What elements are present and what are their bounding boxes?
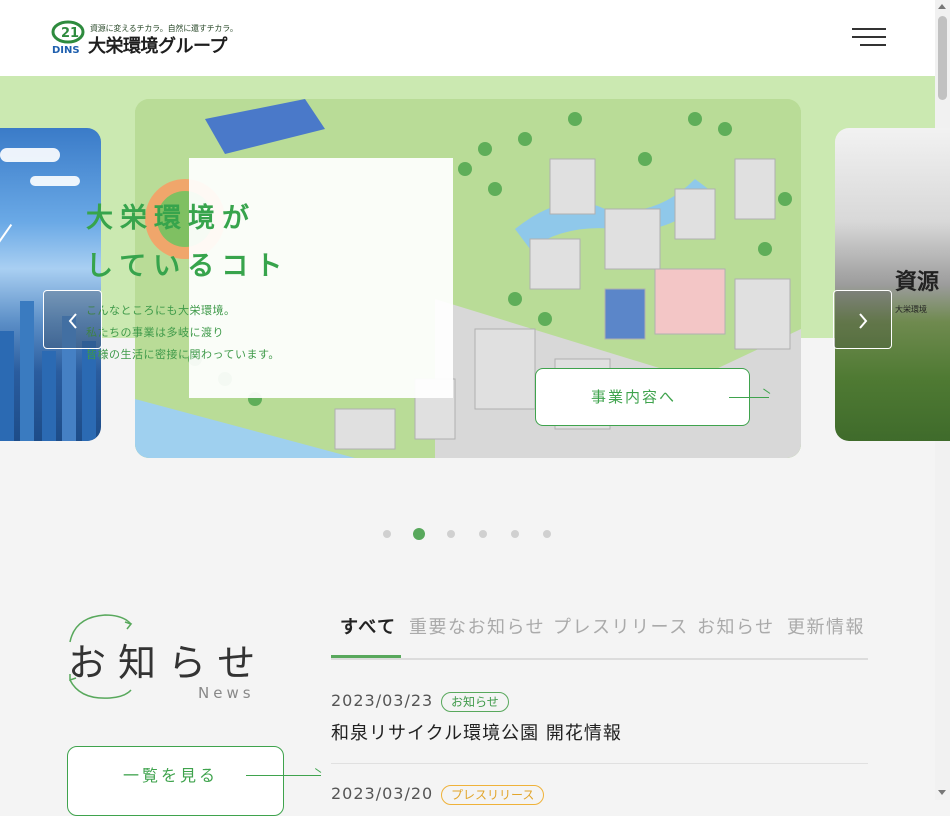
view-all-label: 一覧を見る: [123, 766, 219, 785]
carousel-dot-4[interactable]: [479, 530, 487, 538]
menu-line-icon: [860, 44, 886, 46]
slide-description-line: 皆様の生活に密接に関わっています。: [86, 348, 280, 361]
tab-press-release[interactable]: プレスリリース: [553, 613, 689, 639]
news-date: 2023/03/23: [331, 691, 434, 710]
news-date: 2023/03/20: [331, 784, 434, 803]
view-all-news-button[interactable]: 一覧を見る: [67, 746, 321, 816]
carousel-dot-1[interactable]: [383, 530, 391, 538]
active-tab-indicator: [331, 655, 401, 658]
hamburger-menu-button[interactable]: [852, 28, 886, 48]
carousel-pagination: [383, 528, 563, 540]
slide-headline-line: 大栄環境が: [86, 203, 256, 234]
slide-headline-line: しているコト: [86, 251, 290, 282]
menu-line-icon: [852, 36, 886, 38]
slide-accent-line: [0, 223, 13, 267]
menu-line-icon: [852, 28, 886, 30]
news-section-title: お知らせ: [68, 641, 268, 685]
news-section-subtitle: News: [198, 684, 255, 702]
building-shape: [0, 331, 14, 441]
chevron-left-icon: [68, 312, 77, 329]
logo-mark-letters: DINS: [52, 45, 80, 56]
cloud-shape: [0, 148, 60, 162]
carousel-dot-3[interactable]: [447, 530, 455, 538]
next-slide-title: 資源: [895, 270, 940, 295]
next-slide-subtitle: 大栄環境: [895, 305, 927, 314]
arrow-right-icon: [246, 775, 321, 776]
carousel-dot-5[interactable]: [511, 530, 519, 538]
scroll-down-arrow-icon[interactable]: [938, 790, 946, 795]
slide-headline: 大栄環境が しているコト: [86, 195, 296, 291]
building-shape: [20, 301, 34, 441]
carousel-dot-6[interactable]: [543, 530, 551, 538]
slide-description-line: こんなところにも大栄環境。: [86, 304, 236, 317]
news-headline-link[interactable]: 和泉リサイクル環境公園 開花情報: [331, 719, 622, 745]
logo-company-name: 大栄環境グループ: [88, 36, 227, 57]
arrow-right-icon: [729, 397, 769, 398]
carousel-next-button[interactable]: [833, 290, 892, 349]
news-category-tabs: すべて 重要なお知らせ プレスリリース お知らせ 更新情報: [331, 608, 868, 660]
news-divider: [331, 763, 868, 764]
tab-important[interactable]: 重要なお知らせ: [409, 613, 545, 639]
slide-description-line: 私たちの事業は多岐に渡り: [86, 326, 224, 339]
logo-mark-icon: 21 DINS: [51, 20, 85, 56]
tab-updates[interactable]: 更新情報: [787, 613, 865, 639]
tab-all[interactable]: すべて: [340, 613, 397, 639]
scroll-thumb[interactable]: [938, 16, 947, 100]
business-details-label: 事業内容へ: [591, 388, 677, 406]
news-category-badge: プレスリリース: [441, 785, 545, 805]
slide-description: こんなところにも大栄環境。 私たちの事業は多岐に渡り 皆様の生活に密接に関わって…: [86, 300, 306, 366]
news-category-badge: お知らせ: [441, 692, 509, 712]
scroll-up-arrow-icon[interactable]: [938, 4, 946, 9]
site-header: 21 DINS 資源に変えるチカラ。自然に還すチカラ。 大栄環境グループ: [0, 0, 935, 76]
carousel-dot-2[interactable]: [413, 528, 425, 540]
company-logo[interactable]: 21 DINS 資源に変えるチカラ。自然に還すチカラ。 大栄環境グループ: [50, 20, 238, 58]
logo-mark-number: 21: [61, 26, 79, 41]
business-details-button[interactable]: 事業内容へ: [535, 368, 769, 426]
cloud-shape: [30, 176, 80, 186]
carousel-slide-next[interactable]: 資源 大栄環境: [835, 128, 950, 441]
tab-notice[interactable]: お知らせ: [697, 613, 775, 639]
building-shape: [42, 351, 56, 441]
chevron-right-icon: [858, 312, 867, 329]
carousel-prev-button[interactable]: [43, 290, 102, 349]
